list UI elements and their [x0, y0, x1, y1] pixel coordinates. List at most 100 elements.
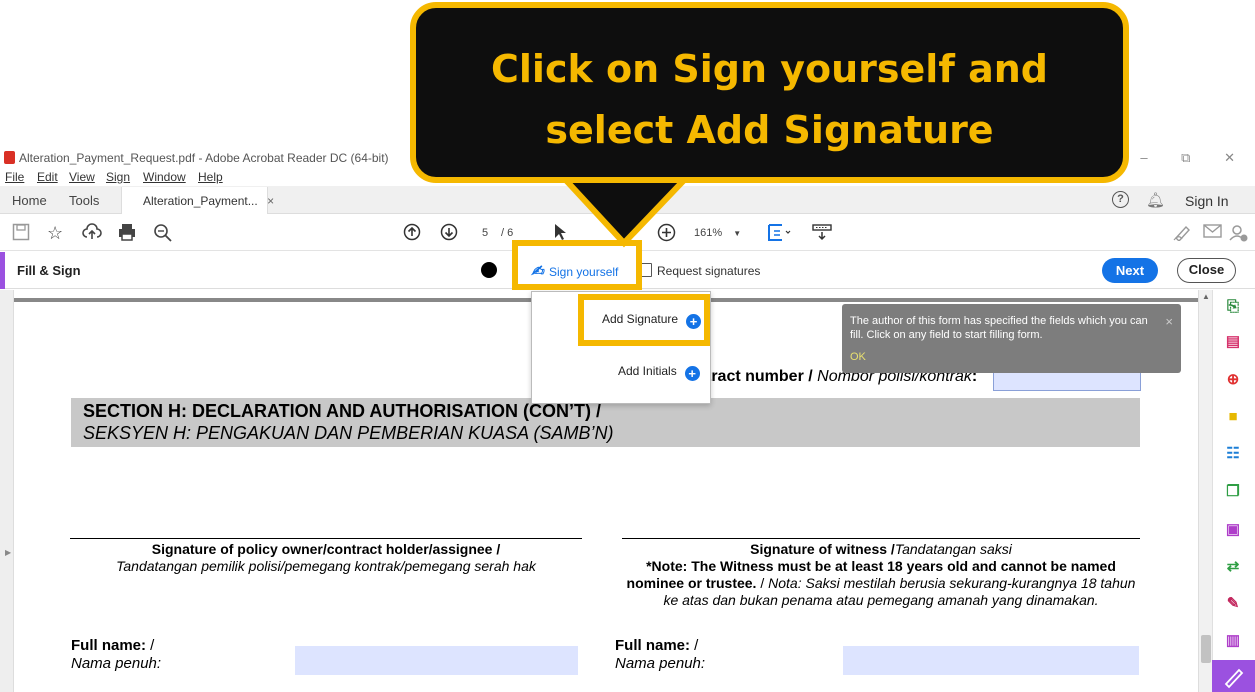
witness-fullname-field[interactable] [843, 646, 1139, 675]
scan-icon[interactable]: ☷ [1223, 444, 1243, 464]
page-up-icon[interactable] [403, 223, 421, 241]
sign-yourself-button[interactable]: ✍︎ Sign yourself [512, 240, 642, 290]
page-number-input[interactable]: 5 [474, 227, 496, 243]
fill-sign-label: Fill & Sign [17, 263, 81, 278]
sign-yourself-label: Sign yourself [549, 265, 619, 279]
color-picker-dot[interactable] [481, 262, 497, 278]
fill-sign-icon[interactable]: ✎ [1223, 594, 1243, 614]
contract-label-bold: tract number / [706, 368, 818, 385]
add-signature-plus-icon: + [686, 314, 702, 329]
help-icon[interactable]: ? [1112, 191, 1129, 208]
fill-sign-accent [0, 252, 5, 289]
menu-help[interactable]: Help [198, 170, 223, 184]
menu-window[interactable]: Window [143, 170, 186, 184]
zoom-in-icon[interactable] [657, 223, 676, 242]
organize-pages-icon[interactable]: ▤ [1223, 332, 1243, 352]
callout-line-2: select Add Signature [545, 108, 994, 152]
compress-icon[interactable]: ❐ [1223, 482, 1243, 502]
restore-icon[interactable]: ⧉ [1181, 150, 1190, 165]
left-navigation-rail[interactable]: ▶ [0, 290, 14, 692]
email-icon[interactable] [1203, 223, 1222, 239]
upload-cloud-icon[interactable] [82, 223, 102, 241]
add-signature-label: Add Signature [602, 312, 679, 326]
tab-home[interactable]: Home [12, 193, 47, 208]
scroll-up-icon[interactable]: ▲ [1202, 292, 1210, 301]
select-cursor-icon[interactable] [553, 223, 567, 241]
export-pdf-icon[interactable]: ⎘ [1223, 297, 1243, 317]
tab-close-icon[interactable]: × [267, 194, 274, 208]
close-fill-sign-button[interactable]: Close [1177, 258, 1236, 283]
menu-view[interactable]: View [69, 170, 95, 184]
owner-fullname-label: Full name: / Nama penuh: [71, 637, 161, 673]
more-tools-icon[interactable]: ▥ [1223, 631, 1243, 651]
callout-line-1: Click on Sign yourself and [491, 47, 1048, 91]
owner-fullname-field[interactable] [295, 646, 578, 675]
witness-signature-caption: Signature of witness /Tandatangan saksi … [620, 541, 1142, 609]
instruction-callout: Click on Sign yourself and select Add Si… [410, 2, 1129, 183]
active-fill-sign-icon[interactable] [1212, 660, 1255, 692]
menu-edit[interactable]: Edit [37, 170, 58, 184]
toast-ok-button[interactable]: OK [850, 351, 866, 363]
window-title: Alteration_Payment_Request.pdf - Adobe A… [19, 151, 389, 165]
witness-sig-italic: Tandatangan saksi [894, 541, 1012, 557]
create-pdf-icon[interactable]: ⊕ [1223, 370, 1243, 390]
add-signature-row: Add Signature + [602, 312, 702, 329]
witness-note-separator: / [756, 575, 769, 591]
toast-close-icon[interactable]: × [1165, 314, 1173, 329]
add-initials-label: Add Initials [618, 364, 677, 378]
sign-yourself-pen-icon: ✍︎ [531, 263, 544, 280]
form-info-toast: The author of this form has specified th… [842, 304, 1181, 373]
witness-fullname-label: Full name: / Nama penuh: [615, 637, 705, 673]
page-total: / 6 [501, 227, 514, 239]
comment-icon[interactable]: ■ [1223, 407, 1243, 427]
close-window-icon[interactable]: ✕ [1224, 150, 1235, 165]
notification-bell-icon[interactable]: 🔔︎ [1146, 191, 1165, 209]
owner-fullname-bold: Full name: [71, 637, 147, 654]
owner-fullname-italic: Nama penuh: [71, 655, 162, 672]
next-button[interactable]: Next [1102, 258, 1158, 283]
tab-document-label: Alteration_Payment... [143, 194, 258, 208]
menu-sign[interactable]: Sign [106, 170, 130, 184]
witness-signature-line[interactable] [622, 538, 1140, 539]
witness-fullname-bold: Full name: [615, 637, 691, 654]
edit-pdf-icon[interactable]: ▣ [1223, 520, 1243, 540]
owner-fullname-slash: / [146, 637, 155, 654]
add-initials-plus-icon: + [684, 366, 700, 381]
minimize-icon[interactable]: – [1140, 150, 1147, 165]
scroll-mode-icon[interactable] [812, 223, 832, 241]
owner-signature-caption: Signature of policy owner/contract holde… [100, 541, 552, 575]
menu-file[interactable]: File [5, 170, 24, 184]
request-signatures-button[interactable]: Request signatures [640, 263, 760, 278]
toast-message: The author of this form has specified th… [850, 315, 1148, 341]
sign-in-link[interactable]: Sign In [1185, 193, 1229, 209]
section-h-header: SECTION H: DECLARATION AND AUTHORISATION… [71, 398, 1140, 447]
tab-document[interactable]: Alteration_Payment... × [121, 187, 274, 214]
vertical-scrollbar[interactable]: ▲ [1198, 290, 1212, 692]
owner-signature-line[interactable] [70, 538, 582, 539]
print-icon[interactable] [118, 223, 136, 241]
right-tools-panel: ⎘ ▤ ⊕ ■ ☷ ❐ ▣ ⇄ ✎ ▥ [1212, 290, 1255, 692]
tab-tools[interactable]: Tools [69, 193, 99, 208]
zoom-level-value: 161% [694, 227, 723, 239]
expand-panel-icon[interactable]: ▶ [5, 548, 11, 557]
witness-fullname-slash: / [690, 637, 699, 654]
zoom-level-select[interactable]: 161% ▼ [694, 227, 741, 239]
tab-bar: Home Tools Alteration_Payment... × ? 🔔︎ … [0, 186, 1255, 214]
scrollbar-thumb[interactable] [1201, 635, 1211, 663]
owner-sig-italic: Tandatangan pemilik polisi/pemegang kont… [116, 558, 536, 574]
add-initials-item[interactable]: Add Initials + [618, 364, 700, 381]
add-signature-item[interactable]: Add Signature + [578, 294, 710, 346]
bookmark-star-icon[interactable]: ☆ [47, 223, 63, 243]
add-user-icon[interactable] [1228, 223, 1248, 243]
zoom-search-icon[interactable] [153, 223, 172, 242]
fit-page-icon[interactable] [766, 223, 792, 243]
witness-fullname-italic: Nama penuh: [615, 655, 706, 672]
section-title: SECTION H: DECLARATION AND AUTHORISATION… [83, 401, 601, 421]
sign-pen-icon[interactable] [1173, 223, 1193, 241]
owner-sig-bold: Signature of policy owner/contract holde… [151, 541, 501, 557]
protect-icon[interactable]: ⇄ [1223, 557, 1243, 577]
page-down-icon[interactable] [440, 223, 458, 241]
save-icon[interactable] [12, 223, 30, 241]
witness-sig-bold: Signature of witness / [750, 541, 895, 557]
section-subtitle: SEKSYEN H: PENGAKUAN DAN PEMBERIAN KUASA… [83, 423, 614, 443]
